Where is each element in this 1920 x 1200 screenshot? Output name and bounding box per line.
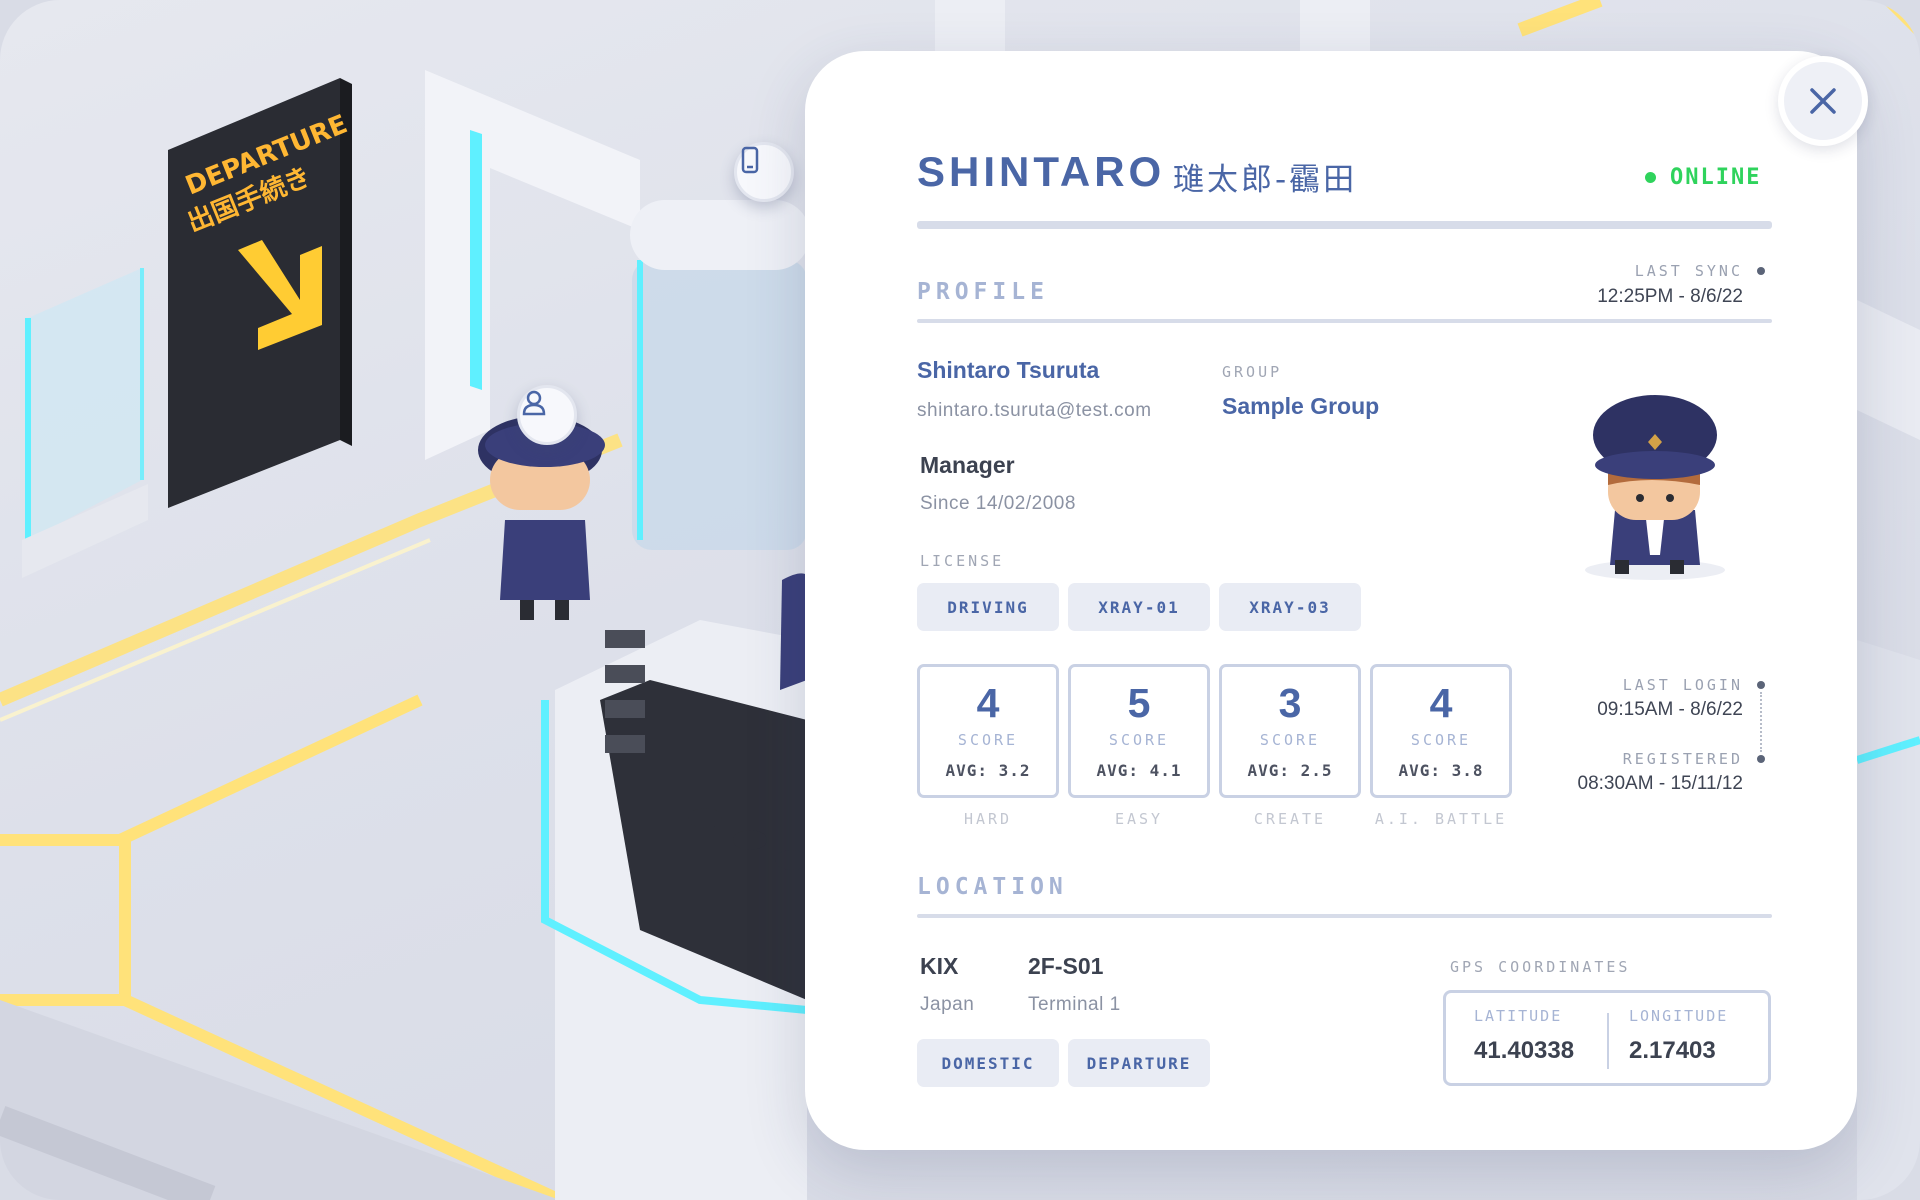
- license-label: LICENSE: [920, 552, 1005, 570]
- license-tag-driving[interactable]: DRIVING: [917, 583, 1059, 631]
- score-card-create[interactable]: 3 SCORE AVG: 2.5: [1219, 664, 1361, 798]
- latitude-column: LATITUDE 41.40338: [1474, 1007, 1574, 1065]
- score-label: SCORE: [957, 731, 1019, 749]
- score-value: 4: [976, 680, 1000, 726]
- role-since: Since 14/02/2008: [920, 493, 1076, 514]
- gps-separator: [1607, 1013, 1609, 1069]
- score-label: SCORE: [1259, 731, 1321, 749]
- group-label: GROUP: [1222, 363, 1283, 381]
- status-label: ONLINE: [1670, 165, 1762, 190]
- close-button[interactable]: [1778, 56, 1868, 146]
- latitude-value: 41.40338: [1474, 1037, 1575, 1064]
- phone-icon: [741, 146, 759, 174]
- device-map-pin[interactable]: [734, 142, 794, 202]
- score-average: AVG: 4.1: [1096, 761, 1182, 780]
- last-sync-dot: [1757, 267, 1765, 275]
- score-average: AVG: 3.8: [1398, 761, 1484, 780]
- staff-character: [478, 416, 605, 620]
- user-icon: [522, 390, 546, 416]
- mode-label-ai-battle: A.I. BATTLE: [1374, 810, 1508, 828]
- longitude-column: LONGITUDE 2.17403: [1629, 1007, 1728, 1065]
- score-label: SCORE: [1410, 731, 1472, 749]
- role-title: Manager: [920, 452, 1015, 478]
- location-divider: [917, 914, 1772, 918]
- location-tag-domestic[interactable]: DOMESTIC: [917, 1039, 1059, 1087]
- status-dot-icon: [1645, 172, 1656, 183]
- score-value: 5: [1127, 680, 1151, 726]
- license-tag-xray-01[interactable]: XRAY-01: [1068, 583, 1210, 631]
- timeline-line: [1760, 692, 1762, 752]
- gate-code: 2F-S01: [1028, 953, 1104, 979]
- user-name-japanese: 璡太郎-靍田: [1173, 162, 1358, 198]
- longitude-value: 2.17403: [1629, 1037, 1716, 1064]
- user-name-title: SHINTARO: [917, 148, 1166, 195]
- score-label: SCORE: [1108, 731, 1170, 749]
- gps-coordinates-box: LATITUDE 41.40338 LONGITUDE 2.17403: [1443, 990, 1771, 1086]
- avatar: [1560, 390, 1740, 590]
- terminal-name: Terminal 1: [1028, 994, 1121, 1015]
- close-icon: [1810, 88, 1836, 114]
- gps-coordinates-label: GPS COORDINATES: [1450, 958, 1631, 976]
- score-card-hard[interactable]: 4 SCORE AVG: 3.2: [917, 664, 1059, 798]
- last-login-label: LAST LOGIN: [1622, 676, 1743, 694]
- score-average: AVG: 2.5: [1247, 761, 1333, 780]
- license-tag-xray-03[interactable]: XRAY-03: [1219, 583, 1361, 631]
- group-value[interactable]: Sample Group: [1222, 393, 1379, 420]
- airport-code: KIX: [920, 953, 959, 979]
- email-address[interactable]: shintaro.tsuruta@test.com: [917, 400, 1152, 422]
- mode-label-easy: EASY: [1114, 810, 1164, 828]
- airport-country: Japan: [920, 994, 975, 1015]
- profile-section-title: PROFILE: [917, 279, 1049, 305]
- avatar-illustration: [1585, 395, 1725, 580]
- latitude-label: LATITUDE: [1474, 1007, 1563, 1025]
- score-value: 4: [1429, 680, 1453, 726]
- longitude-label: LONGITUDE: [1629, 1007, 1729, 1025]
- mode-label-create: CREATE: [1253, 810, 1327, 828]
- registered-value: 08:30AM - 15/11/12: [1577, 773, 1743, 794]
- mode-label-hard: HARD: [963, 810, 1013, 828]
- last-sync-label: LAST SYNC: [1634, 262, 1743, 280]
- score-average: AVG: 3.2: [945, 761, 1031, 780]
- full-name: Shintaro Tsuruta: [917, 357, 1100, 383]
- user-map-pin[interactable]: [517, 385, 577, 445]
- registered-label: REGISTERED: [1622, 750, 1743, 768]
- last-login-value: 09:15AM - 8/6/22: [1597, 699, 1743, 720]
- registered-dot: [1757, 755, 1765, 763]
- status-indicator: ONLINE: [1645, 165, 1761, 190]
- location-section-title: LOCATION: [917, 874, 1068, 900]
- location-tag-departure[interactable]: DEPARTURE: [1068, 1039, 1210, 1087]
- last-sync-value: 12:25PM - 8/6/22: [1597, 286, 1743, 307]
- last-login-dot: [1757, 681, 1765, 689]
- profile-divider: [917, 319, 1772, 323]
- score-value: 3: [1278, 680, 1302, 726]
- header-divider: [917, 221, 1772, 229]
- score-card-easy[interactable]: 5 SCORE AVG: 4.1: [1068, 664, 1210, 798]
